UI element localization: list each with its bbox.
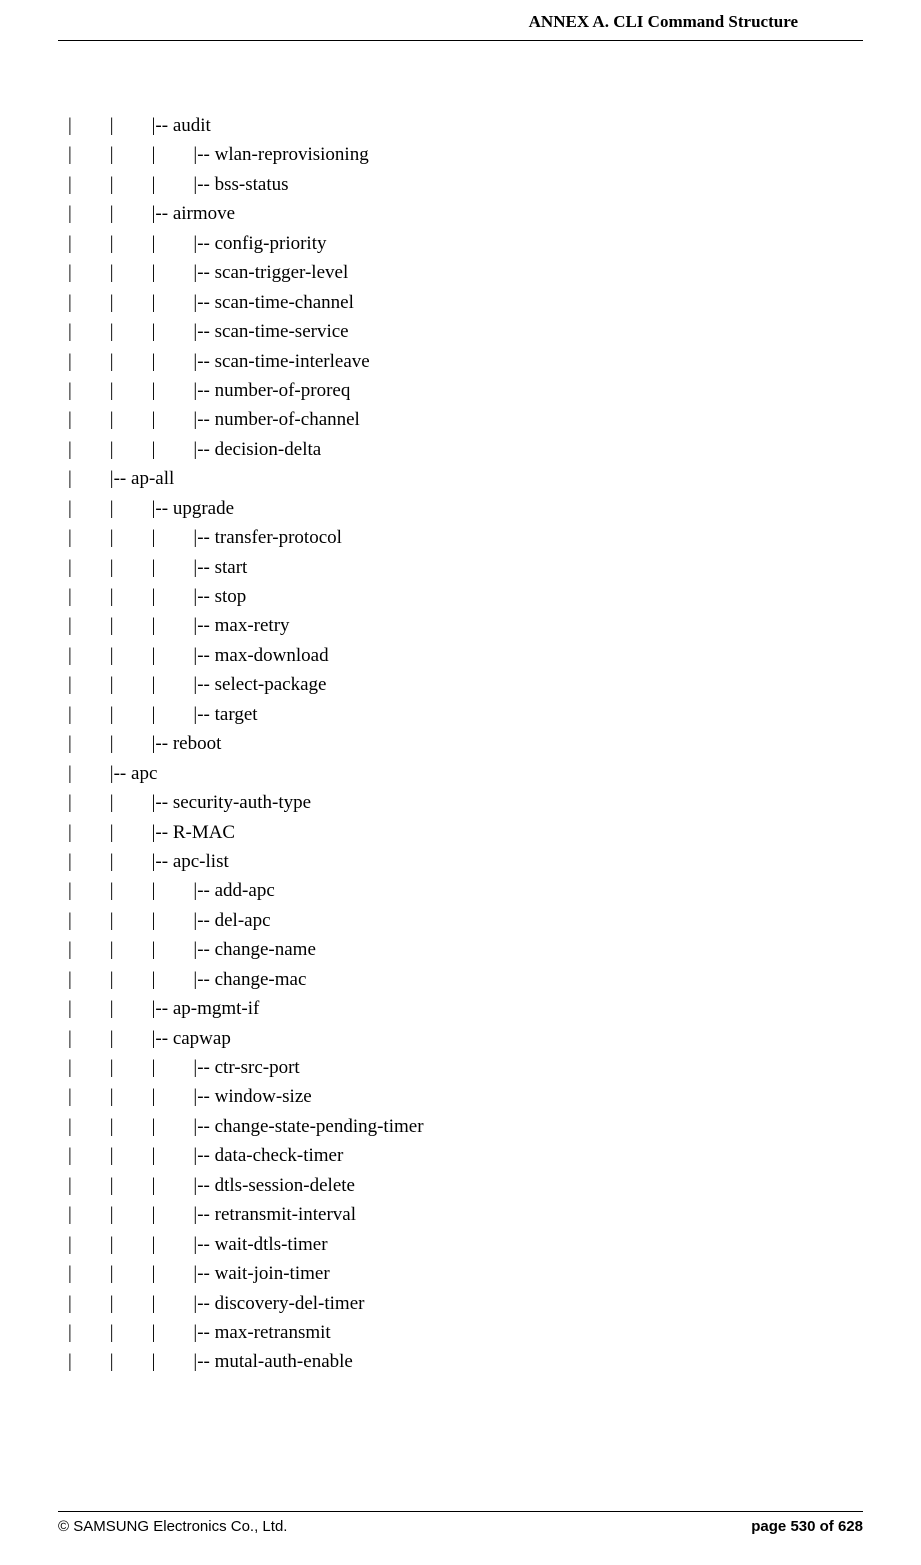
footer-page: page 530 of 628	[751, 1518, 863, 1535]
page-header: ANNEX A. CLI Command Structure	[58, 0, 863, 41]
footer-copyright: © SAMSUNG Electronics Co., Ltd.	[58, 1518, 287, 1535]
header-title: ANNEX A. CLI Command Structure	[529, 12, 798, 31]
cli-tree-content: | | |-- audit | | | |-- wlan-reprovision…	[0, 41, 921, 1377]
page-footer: © SAMSUNG Electronics Co., Ltd. page 530…	[58, 1511, 863, 1535]
